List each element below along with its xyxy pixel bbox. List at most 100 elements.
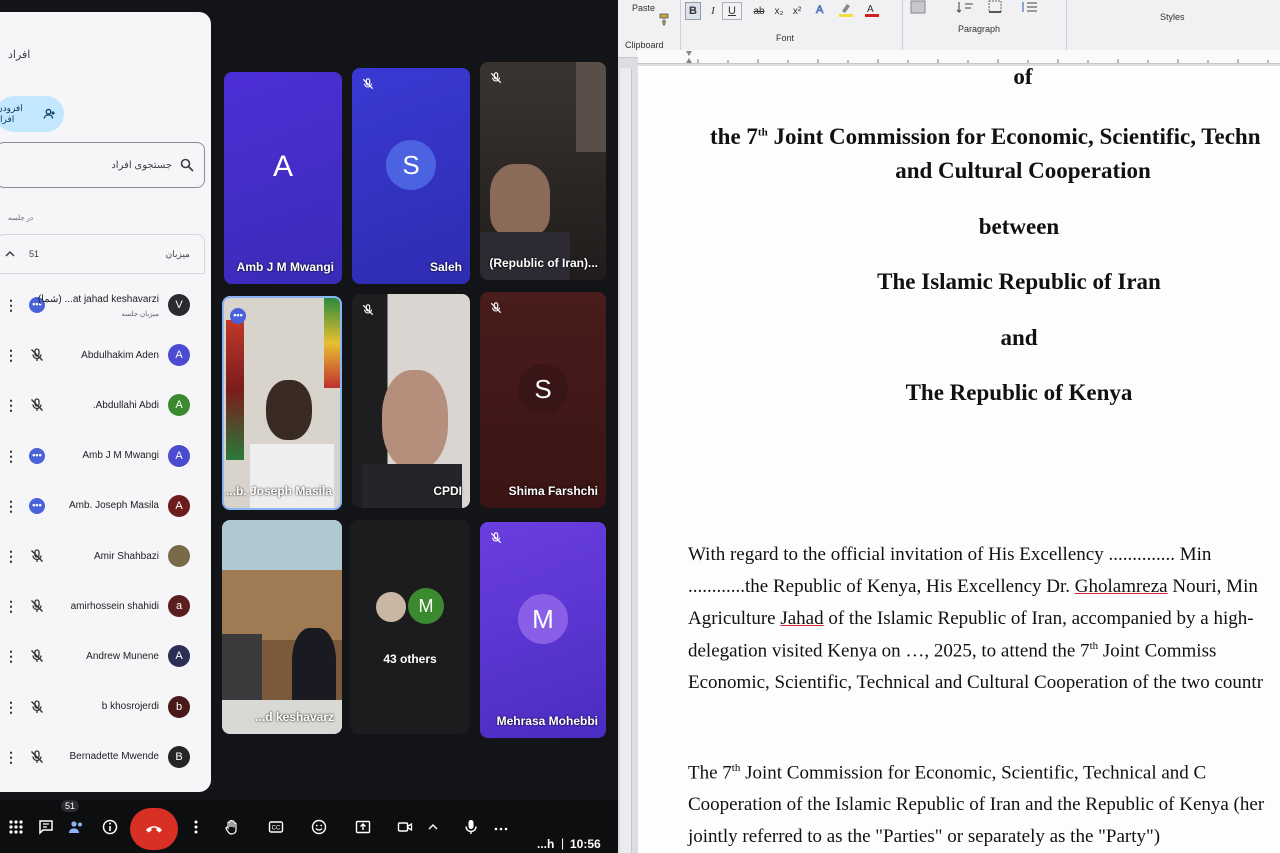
video-tile[interactable]: M Mehrasa Mohebbi	[480, 522, 606, 738]
more-horizontal-icon[interactable]	[493, 819, 509, 835]
camera-icon[interactable]	[397, 819, 413, 835]
participant-name: Abdulhakim Aden	[81, 349, 159, 361]
people-icon[interactable]	[68, 819, 84, 835]
video-tile[interactable]: S Saleh	[352, 68, 470, 284]
sort-icon[interactable]	[956, 0, 976, 14]
speaking-dots-icon: •••	[230, 308, 246, 324]
strikethrough-button[interactable]: ab	[752, 2, 766, 20]
apps-grid-icon[interactable]	[8, 819, 24, 835]
separator: |	[561, 836, 565, 850]
chat-icon[interactable]	[38, 819, 54, 835]
body-text: ............the Republic of Kenya, His E…	[688, 576, 1075, 597]
more-options-icon[interactable]: ⋮	[4, 298, 18, 312]
more-options-icon[interactable]: ⋮	[4, 549, 18, 563]
more-options-icon[interactable]: ⋮	[4, 649, 18, 663]
more-options-icon[interactable]	[188, 819, 204, 835]
video-tile[interactable]: S Shima Farshchi	[480, 292, 606, 508]
hang-up-icon	[146, 826, 162, 833]
participant-row[interactable]: ⋮ ••• Amb J M Mwangi A	[0, 431, 211, 481]
chevron-up-icon	[5, 250, 15, 257]
participant-row[interactable]: ⋮ Amir Shahbazi	[0, 531, 211, 581]
participant-role: میزبان جلسه	[121, 311, 159, 318]
highlight-icon[interactable]	[838, 2, 856, 18]
leave-call-button[interactable]	[130, 808, 178, 850]
participant-name: Andrew Munene	[86, 650, 159, 662]
mic-off-icon	[29, 598, 45, 614]
paste-label[interactable]: Paste	[632, 3, 655, 13]
participant-row[interactable]: ⋮ amirhossein shahidi a	[0, 581, 211, 631]
mic-off-icon	[362, 304, 374, 316]
italic-button[interactable]: I	[706, 2, 720, 20]
paragraph-1-line-1: With regard to the official invitation o…	[688, 544, 1212, 565]
video-tile[interactable]: (Republic of Iran)...	[480, 62, 606, 280]
info-icon[interactable]	[102, 819, 118, 835]
vertical-ruler[interactable]	[620, 68, 632, 853]
more-options-icon[interactable]: ⋮	[4, 700, 18, 714]
others-tile[interactable]: M 43 others	[350, 520, 470, 734]
word-window: Paste Clipboard B I U ab x₂ x² A A Font …	[618, 0, 1280, 853]
shading-icon[interactable]	[910, 0, 930, 16]
video-tile[interactable]: ...d keshavarz	[222, 520, 342, 734]
flag	[226, 320, 244, 460]
flag	[324, 298, 340, 388]
spellcheck-word: Jahad	[780, 608, 824, 629]
add-people-button[interactable]: افزودن افراد	[0, 96, 64, 132]
participant-row[interactable]: ⋮ Bernadette Mwende B	[0, 732, 211, 782]
line-spacing-icon[interactable]	[1020, 0, 1040, 14]
participant-row[interactable]: ⋮ Andrew Munene A	[0, 631, 211, 681]
format-painter-icon[interactable]	[658, 12, 672, 26]
section-count: 51	[29, 249, 40, 259]
add-person-icon	[43, 108, 56, 119]
video-tile[interactable]: CPDI	[352, 294, 470, 508]
subscript-button[interactable]: x₂	[772, 2, 786, 20]
chevron-up-icon[interactable]	[428, 819, 438, 835]
more-options-icon[interactable]: ⋮	[4, 449, 18, 463]
avatar: A	[168, 645, 190, 668]
avatar: b	[168, 695, 190, 718]
more-options-icon[interactable]: ⋮	[4, 599, 18, 613]
more-options-icon[interactable]: ⋮	[4, 398, 18, 412]
underline-button[interactable]: U	[722, 2, 742, 20]
hosts-section-header[interactable]: 51 میزبان	[0, 234, 205, 274]
search-people-field[interactable]: جستجوی افراد	[0, 142, 205, 188]
participant-name: Amb J M Mwangi	[82, 450, 159, 462]
paragraph-2-line-3: jointly referred to as the "Parties" or …	[688, 826, 1161, 847]
people-panel-title: افراد	[8, 49, 31, 61]
participant-video	[222, 634, 262, 704]
mic-off-icon	[29, 347, 45, 363]
borders-icon[interactable]	[988, 0, 1008, 14]
microphone-icon[interactable]	[463, 819, 479, 835]
more-options-icon[interactable]: ⋮	[4, 499, 18, 513]
participant-row[interactable]: ⋮ .Abdullahi Abdi A	[0, 380, 211, 430]
bold-button[interactable]: B	[685, 2, 701, 20]
title-line-cultural: and Cultural Cooperation	[895, 158, 1151, 183]
mic-off-icon	[362, 78, 374, 90]
superscript-button[interactable]: x²	[790, 2, 804, 20]
more-options-icon[interactable]: ⋮	[4, 750, 18, 764]
in-call-label: در جلسه	[8, 215, 34, 222]
font-color-icon[interactable]: A	[864, 2, 882, 18]
participant-row[interactable]: ⋮ b khosrojerdi b	[0, 682, 211, 732]
more-options-icon[interactable]: ⋮	[4, 348, 18, 362]
people-panel: افراد افزودن افراد جستجوی افراد در جلسه …	[0, 12, 211, 792]
horizontal-ruler[interactable]	[638, 50, 1280, 64]
video-tile-active[interactable]: ••• ...b. Joseph Masila	[222, 296, 342, 510]
captions-icon[interactable]: CC	[268, 819, 284, 835]
participant-row[interactable]: ⋮ ••• Amb. Joseph Masila A	[0, 481, 211, 531]
raise-hand-icon[interactable]	[224, 819, 240, 835]
text-effects-icon[interactable]: A	[814, 2, 832, 16]
paragraph-2-line-2: Cooperation of the Islamic Republic of I…	[688, 794, 1265, 815]
participant-row[interactable]: ⋮ Abdulhakim Aden A	[0, 330, 211, 380]
participant-name: amirhossein shahidi	[70, 600, 159, 612]
avatar: A	[168, 344, 190, 367]
body-text: Nouri, Min	[1167, 576, 1258, 597]
emoji-icon[interactable]	[311, 819, 327, 835]
present-screen-icon[interactable]	[355, 819, 371, 835]
screen-in-room	[222, 520, 342, 570]
group-divider	[680, 0, 681, 50]
document-page[interactable]: of the 7th Joint Commission for Economic…	[638, 66, 1280, 853]
participant-row[interactable]: ⋮ ••• (شما) ...at jahad keshavarzi میزبا…	[0, 280, 211, 330]
avatar: A	[168, 394, 190, 417]
search-people-placeholder: جستجوی افراد	[111, 159, 172, 171]
video-tile[interactable]: A Amb J M Mwangi	[224, 72, 342, 284]
